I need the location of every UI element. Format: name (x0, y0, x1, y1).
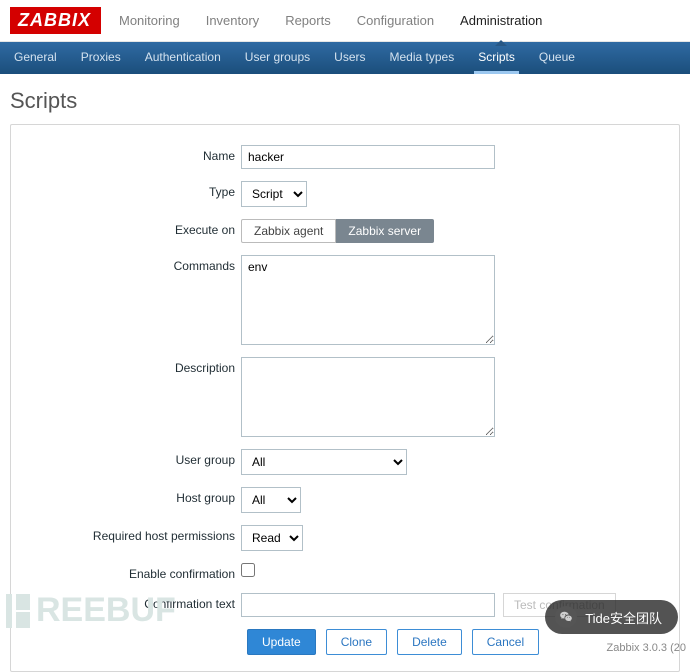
delete-button[interactable]: Delete (397, 629, 462, 655)
topnav-reports[interactable]: Reports (281, 1, 335, 40)
wechat-label: Tide安全团队 (585, 608, 662, 627)
description-textarea[interactable] (241, 357, 495, 437)
commands-textarea[interactable]: env (241, 255, 495, 345)
watermark-bar-icon (6, 594, 12, 628)
subnav-queue[interactable]: Queue (535, 42, 579, 74)
label-permissions: Required host permissions (31, 525, 241, 543)
execute-on-server-button[interactable]: Zabbix server (336, 219, 434, 243)
topnav-administration[interactable]: Administration (456, 1, 546, 40)
usergroup-select[interactable]: All (241, 449, 407, 475)
watermark: REEBUF (6, 591, 176, 630)
wechat-icon (555, 606, 577, 628)
name-input[interactable] (241, 145, 495, 169)
subnav-scripts[interactable]: Scripts (474, 42, 519, 74)
label-commands: Commands (31, 255, 241, 273)
subnav-proxies[interactable]: Proxies (77, 42, 125, 74)
execute-on-group: Zabbix agent Zabbix server (241, 219, 434, 243)
clone-button[interactable]: Clone (326, 629, 387, 655)
topnav-monitoring[interactable]: Monitoring (115, 1, 184, 40)
subnav-users[interactable]: Users (330, 42, 369, 74)
label-executeon: Execute on (31, 219, 241, 237)
enable-confirmation-checkbox[interactable] (241, 563, 255, 577)
topnav-inventory[interactable]: Inventory (202, 1, 263, 40)
hostgroup-select[interactable]: All (241, 487, 301, 513)
watermark-text: REEBUF (36, 591, 176, 630)
subnav-usergroups[interactable]: User groups (241, 42, 314, 74)
permissions-select[interactable]: Read (241, 525, 303, 551)
page-title: Scripts (0, 74, 690, 124)
watermark-bar-icon (16, 612, 30, 628)
confirmation-text-input (241, 593, 495, 617)
logo: ZABBIX (10, 7, 101, 34)
update-button[interactable]: Update (247, 629, 316, 655)
label-usergroup: User group (31, 449, 241, 467)
type-select[interactable]: Script (241, 181, 307, 207)
subnav-general[interactable]: General (10, 42, 61, 74)
label-description: Description (31, 357, 241, 375)
label-name: Name (31, 145, 241, 163)
top-bar: ZABBIX Monitoring Inventory Reports Conf… (0, 0, 690, 42)
watermark-bar-icon (16, 594, 30, 610)
script-form: Name Type Script Execute on Zabbix agent… (10, 124, 680, 672)
label-type: Type (31, 181, 241, 199)
topnav-configuration[interactable]: Configuration (353, 1, 438, 40)
top-nav: Monitoring Inventory Reports Configurati… (115, 1, 546, 40)
footer-version: Zabbix 3.0.3 (20 (607, 642, 687, 654)
cancel-button[interactable]: Cancel (472, 629, 539, 655)
sub-nav: General Proxies Authentication User grou… (0, 42, 690, 74)
wechat-badge[interactable]: Tide安全团队 (545, 600, 678, 634)
subnav-authentication[interactable]: Authentication (141, 42, 225, 74)
label-enableconfirm: Enable confirmation (31, 563, 241, 581)
label-hostgroup: Host group (31, 487, 241, 505)
execute-on-agent-button[interactable]: Zabbix agent (241, 219, 336, 243)
subnav-mediatypes[interactable]: Media types (386, 42, 459, 74)
